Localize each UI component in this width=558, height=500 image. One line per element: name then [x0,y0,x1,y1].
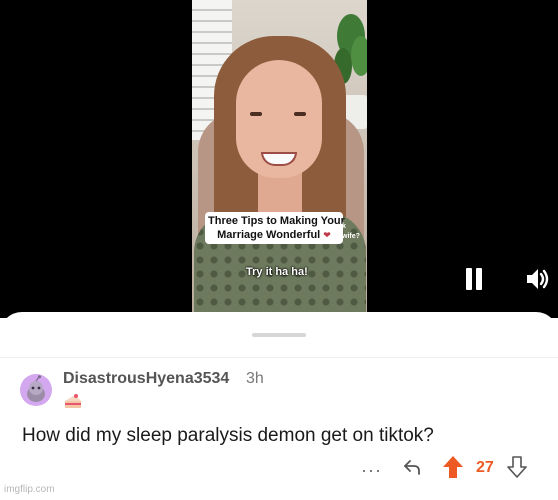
video-frame[interactable]: Three Tips to Making Your Marriage Wonde… [192,0,367,318]
person-eye [250,112,262,116]
side-text-line: k [342,223,346,230]
avatar[interactable] [20,374,52,406]
caption-line: Three Tips to Making Your [208,215,345,227]
pause-icon[interactable] [464,268,484,290]
divider [0,357,558,358]
speaker-icon[interactable] [524,266,550,292]
side-text-line: wife? [342,233,360,240]
comment-timestamp: 3h [246,370,264,387]
video-subtitle: Try it ha ha! [246,266,308,278]
reply-icon[interactable] [402,456,422,478]
upvote-icon[interactable] [442,455,464,479]
video-caption: Three Tips to Making Your Marriage Wonde… [205,212,345,244]
more-options-icon[interactable]: ··· [361,461,382,479]
heart-icon: ❤ [323,230,331,240]
snoo-avatar-icon [27,375,45,402]
comment-body: How did my sleep paralysis demon get on … [22,425,434,446]
comment-username[interactable]: DisastrousHyena3534 [63,370,229,388]
vote-count: 27 [476,459,494,476]
caption-line-text: Marriage Wonderful [217,229,321,241]
video-side-text: k wife? [342,222,360,242]
person-eye [294,112,306,116]
caption-line: Marriage Wonderful ❤ [208,228,340,242]
sheet-drag-handle[interactable] [252,333,306,337]
watermark: imgflip.com [4,484,55,495]
cake-icon [65,394,81,408]
comment-sheet: DisastrousHyena3534 3h How did my sleep … [0,312,558,500]
downvote-icon[interactable] [506,455,528,479]
video-player[interactable]: Three Tips to Making Your Marriage Wonde… [0,0,558,318]
